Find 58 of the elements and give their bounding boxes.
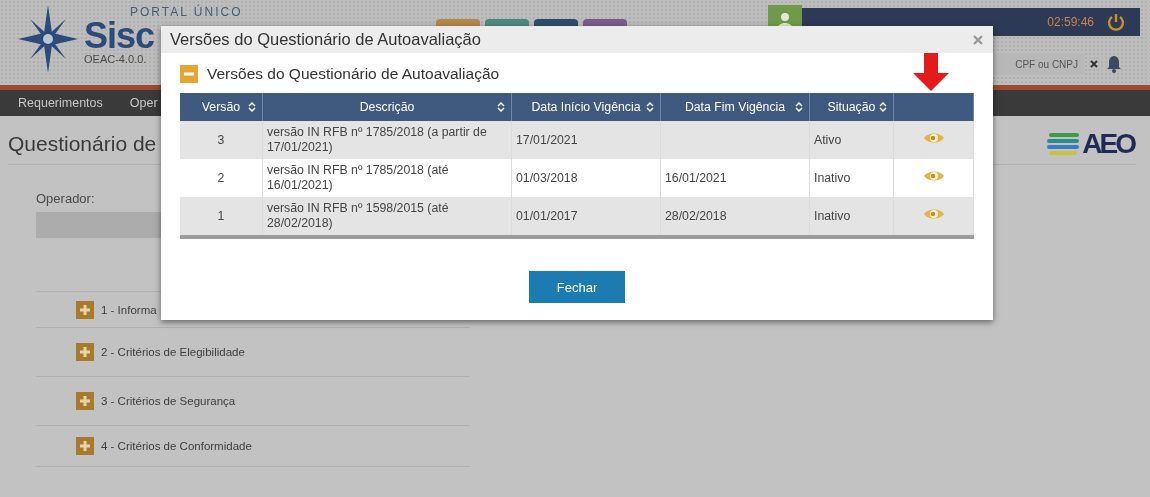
panel-title: Versões do Questionário de Autoavaliação xyxy=(207,64,500,83)
column-header[interactable]: Data Fim Vigência xyxy=(660,93,810,121)
section-title[interactable]: 2 - Critérios de Elegibilidade xyxy=(101,346,245,358)
down-arrow-icon xyxy=(913,53,949,91)
column-header[interactable]: Versão xyxy=(180,93,263,121)
sort-icon[interactable] xyxy=(248,101,256,113)
nav-item[interactable]: Requerimentos xyxy=(18,96,103,110)
version-label: OEAC-4.0.0. xyxy=(84,53,147,65)
app-tile[interactable] xyxy=(485,19,529,26)
table-cell: 28/02/2018 xyxy=(665,208,727,223)
section-title[interactable]: 1 - Informa xyxy=(101,303,157,316)
section-title[interactable]: 4 - Critérios de Conformidade xyxy=(101,440,252,452)
table-cell: 2 xyxy=(217,170,225,185)
app-tile[interactable] xyxy=(436,19,480,26)
section-title[interactable]: 3 - Critérios de Segurança xyxy=(101,395,236,407)
app-tile[interactable] xyxy=(583,19,627,26)
column-header[interactable]: Situação xyxy=(809,93,894,121)
sort-icon[interactable] xyxy=(646,101,654,113)
table-cell: Inativo xyxy=(814,208,851,223)
clear-icon[interactable] xyxy=(1090,60,1098,68)
nav-item[interactable]: Oper xyxy=(129,96,158,110)
brand-logo-text: AEO xyxy=(1082,128,1134,160)
session-timer: 02:59:46 xyxy=(1047,15,1094,29)
expand-icon[interactable] xyxy=(76,300,94,319)
expand-icon[interactable] xyxy=(76,437,94,455)
logo-tagline: PORTAL ÚNICO xyxy=(130,5,243,19)
dialog-title: Versões do Questionário de Autoavaliação xyxy=(170,30,481,49)
app-tile[interactable] xyxy=(534,19,578,26)
table-cell: 01/01/2017 xyxy=(516,208,578,223)
table-cell-text: versão IN RFB nº 1598/2015 (até 28/02/2018) xyxy=(267,201,450,231)
table-cell: 01/03/2018 xyxy=(516,170,578,185)
column-header[interactable]: Descrição xyxy=(262,93,512,121)
table-cell-text: versão IN RFB nº 1785/2018 (a partir de 17/01/2021) xyxy=(267,125,488,155)
compass-star-icon xyxy=(18,5,78,73)
view-icon[interactable] xyxy=(922,207,945,221)
column-header[interactable]: Data Início Vigência xyxy=(511,93,661,121)
table-cell: 16/01/2021 xyxy=(665,170,727,185)
page-title: Questionário de xyxy=(8,132,157,156)
expand-icon[interactable] xyxy=(76,392,94,410)
table-cell-text: versão IN RFB nº 1785/2018 (até 16/01/2021) xyxy=(267,163,450,193)
sort-icon[interactable] xyxy=(497,101,505,113)
view-icon[interactable] xyxy=(922,169,945,183)
collapse-icon[interactable] xyxy=(180,64,198,83)
bell-icon[interactable] xyxy=(1106,55,1122,73)
power-icon[interactable] xyxy=(1106,12,1126,32)
field-label: Operador: xyxy=(36,191,96,206)
logo-name: Sisc xyxy=(84,19,155,53)
table-cell: 3 xyxy=(217,132,225,147)
table-cell: Inativo xyxy=(814,170,851,185)
close-button[interactable]: Fechar xyxy=(529,271,625,303)
close-icon[interactable] xyxy=(973,34,983,45)
table-cell: 17/01/2021 xyxy=(516,132,578,147)
sort-icon[interactable] xyxy=(879,101,887,113)
table-cell: Ativo xyxy=(814,132,842,147)
expand-icon[interactable] xyxy=(76,343,94,361)
table-cell: 1 xyxy=(217,208,225,223)
view-icon[interactable] xyxy=(922,131,945,145)
sort-icon[interactable] xyxy=(795,101,803,113)
